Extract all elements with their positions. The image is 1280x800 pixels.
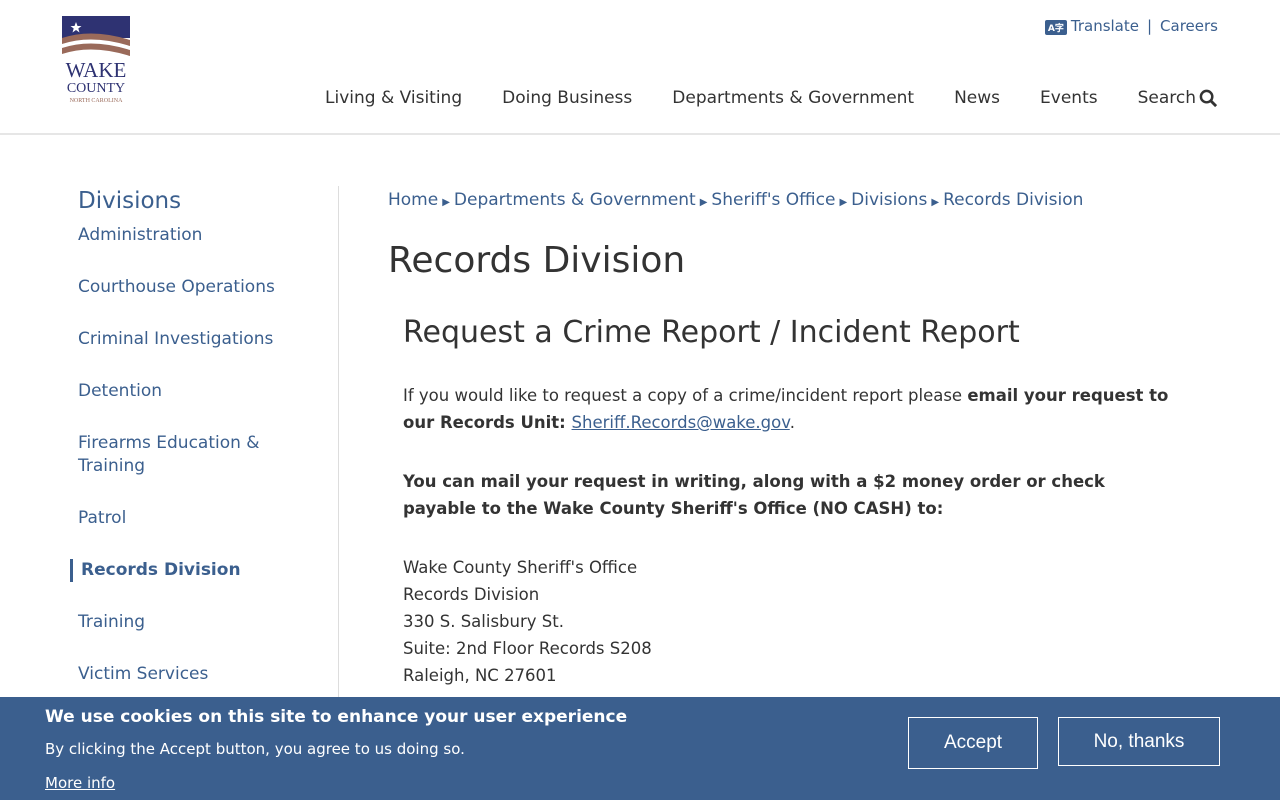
address-line: Raleigh, NC 27601 xyxy=(403,666,557,685)
caret-right-icon: ▶ xyxy=(699,197,708,208)
crime-report-section: Request a Crime Report / Incident Report… xyxy=(403,315,1188,689)
search-label: Search xyxy=(1137,88,1196,108)
wake-county-logo[interactable]: WAKE COUNTY NORTH CAROLINA xyxy=(62,16,132,108)
no-thanks-button[interactable]: No, thanks xyxy=(1058,717,1220,766)
email-paragraph: If you would like to request a copy of a… xyxy=(403,382,1183,436)
nav-departments-government[interactable]: Departments & Government xyxy=(672,88,914,108)
mailing-address: Wake County Sheriff's Office Records Div… xyxy=(403,554,1183,689)
separator: | xyxy=(1146,17,1153,35)
search-icon xyxy=(1199,89,1218,107)
section-title: Request a Crime Report / Incident Report xyxy=(403,315,1020,350)
sidebar-item-victim-services[interactable]: Victim Services xyxy=(78,663,278,686)
caret-right-icon: ▶ xyxy=(442,197,450,208)
cookie-banner: We use cookies on this site to enhance y… xyxy=(0,697,1280,800)
breadcrumb-departments[interactable]: Departments & Government xyxy=(454,190,696,210)
text: . xyxy=(789,413,795,432)
accept-button[interactable]: Accept xyxy=(908,717,1038,769)
svg-text:NORTH CAROLINA: NORTH CAROLINA xyxy=(70,98,123,104)
site-header: WAKE COUNTY NORTH CAROLINA A字 Translate |… xyxy=(0,0,1280,135)
address-line: Suite: 2nd Floor Records S208 xyxy=(403,639,652,658)
sidebar-item-records-division[interactable]: Records Division xyxy=(70,559,270,582)
svg-text:COUNTY: COUNTY xyxy=(67,81,125,96)
breadcrumb-records-division[interactable]: Records Division xyxy=(943,190,1083,210)
sidebar-item-criminal-investigations[interactable]: Criminal Investigations xyxy=(78,328,278,351)
mail-paragraph: You can mail your request in writing, al… xyxy=(403,468,1183,522)
main-content: Home ▶ Departments & Government ▶ Sheriff's … xyxy=(388,190,1188,689)
address-line: Wake County Sheriff's Office xyxy=(403,558,638,577)
translate-icon: A字 xyxy=(1044,20,1067,35)
sidebar-item-patrol[interactable]: Patrol xyxy=(78,507,278,530)
text: If you would like to request a copy of a… xyxy=(403,386,968,405)
nav-news[interactable]: News xyxy=(954,88,1000,108)
more-info-link[interactable]: More info xyxy=(45,774,115,792)
nav-doing-business[interactable]: Doing Business xyxy=(502,88,632,108)
svg-text:WAKE: WAKE xyxy=(66,58,127,82)
breadcrumb: Home ▶ Departments & Government ▶ Sheriff's … xyxy=(388,190,1188,210)
caret-right-icon: ▶ xyxy=(931,197,940,208)
divider xyxy=(338,186,339,706)
cookie-title: We use cookies on this site to enhance y… xyxy=(45,707,628,727)
nav-search[interactable]: Search xyxy=(1138,88,1218,108)
sidebar-title: Divisions xyxy=(78,188,182,214)
nav-events[interactable]: Events xyxy=(1040,88,1098,108)
breadcrumb-sheriffs-office[interactable]: Sheriff's Office xyxy=(711,190,835,210)
careers-link[interactable]: Careers xyxy=(1160,17,1218,35)
address-line: 330 S. Salisbury St. xyxy=(403,612,564,631)
utility-links: A字 Translate | Careers xyxy=(1044,17,1218,35)
sidebar-item-training[interactable]: Training xyxy=(78,611,278,634)
sidebar: Divisions Administration Courthouse Oper… xyxy=(70,188,338,715)
records-email-link[interactable]: Sheriff.Records@wake.gov xyxy=(572,413,790,432)
translate-link[interactable]: A字 Translate xyxy=(1044,17,1139,35)
bold-text: You can mail your request in writing, al… xyxy=(403,472,1105,518)
cookie-text: By clicking the Accept button, you agree… xyxy=(45,740,465,758)
sidebar-item-courthouse-operations[interactable]: Courthouse Operations xyxy=(78,276,278,299)
sidebar-item-detention[interactable]: Detention xyxy=(78,380,278,403)
address-line: Records Division xyxy=(403,585,540,604)
nav-living-visiting[interactable]: Living & Visiting xyxy=(325,88,462,108)
caret-right-icon: ▶ xyxy=(839,197,848,208)
sidebar-item-administration[interactable]: Administration xyxy=(78,224,278,247)
breadcrumb-divisions[interactable]: Divisions xyxy=(851,190,927,210)
main-nav: Living & Visiting Doing Business Departm… xyxy=(325,88,1218,108)
sidebar-item-firearms-education[interactable]: Firearms Education & Training xyxy=(78,432,278,478)
breadcrumb-home[interactable]: Home xyxy=(388,190,438,210)
page-title: Records Division xyxy=(388,240,686,281)
translate-label: Translate xyxy=(1070,17,1139,35)
